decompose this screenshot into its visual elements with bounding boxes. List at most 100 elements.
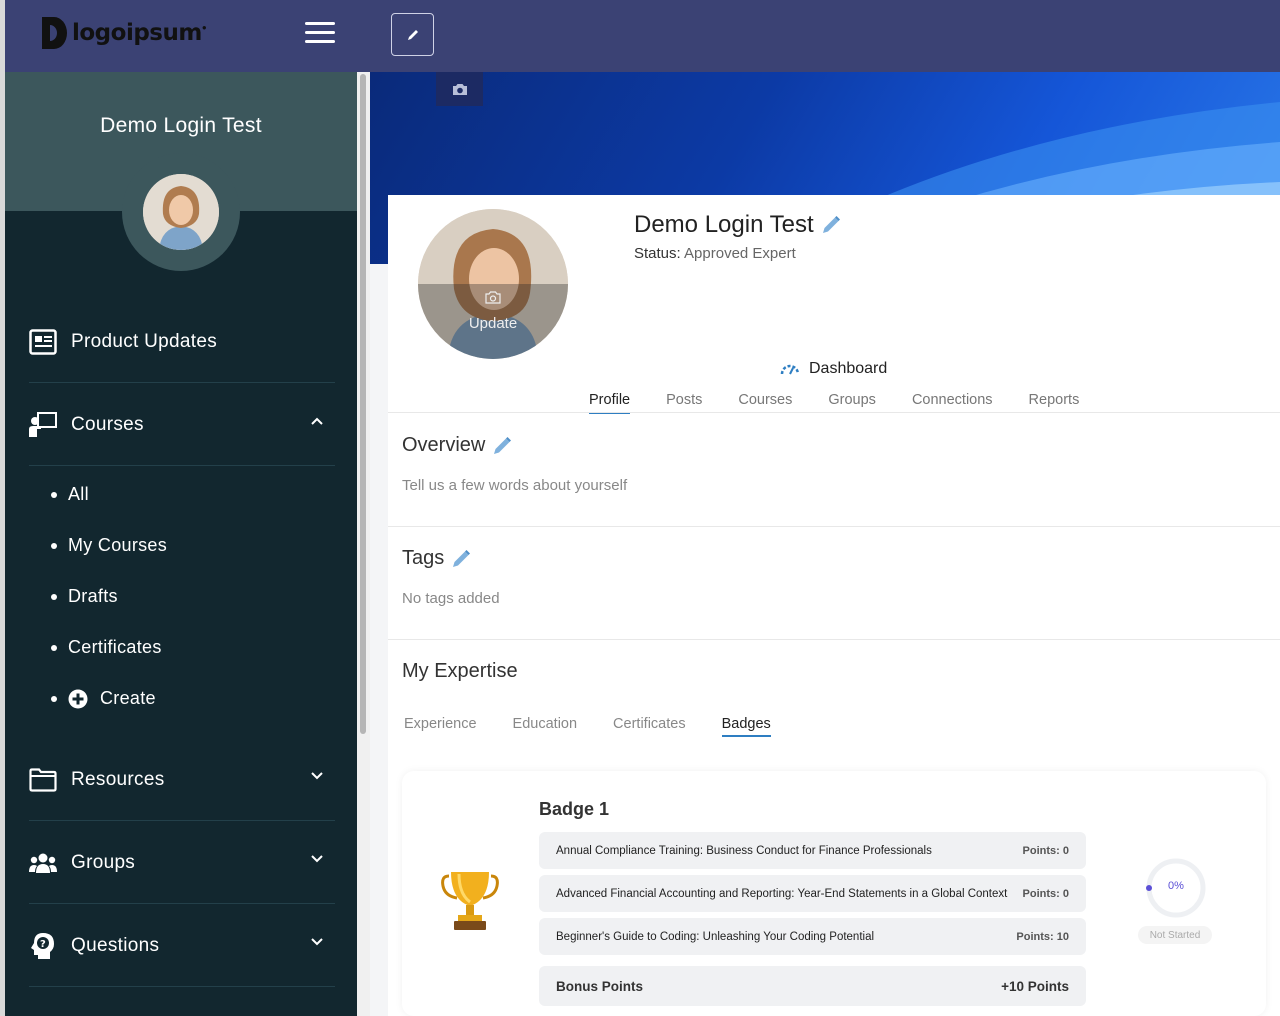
course-points: Points: 0 <box>1022 844 1069 857</box>
expertise-tabs: Experience Education Certificates Badges <box>404 716 807 737</box>
tags-title: Tags <box>402 547 472 570</box>
newspaper-icon <box>29 328 57 356</box>
bullet-icon <box>51 542 57 549</box>
section-heading: Tags <box>402 547 445 569</box>
edit-mode-button[interactable] <box>391 13 434 56</box>
overview-placeholder: Tell us a few words about yourself <box>402 477 628 494</box>
tab-badges[interactable]: Badges <box>721 716 771 737</box>
sidebar-nav: Product Updates Courses All My Courses D… <box>5 300 357 987</box>
course-name: Annual Compliance Training: Business Con… <box>556 844 932 857</box>
tab-experience[interactable]: Experience <box>404 716 477 737</box>
sidebar-avatar-ring <box>122 153 240 271</box>
pencil-icon <box>407 29 418 40</box>
course-points: Points: 0 <box>1022 887 1069 900</box>
tab-profile[interactable]: Profile <box>589 392 631 414</box>
sidebar-scrollbar[interactable] <box>357 72 370 1016</box>
submenu-item-all[interactable]: All <box>5 469 357 520</box>
divider <box>388 412 1280 413</box>
submenu-item-create[interactable]: Create <box>5 673 357 724</box>
camera-icon <box>452 83 467 95</box>
profile-name-text: Demo Login Test <box>634 211 814 238</box>
question-head-icon: ? <box>29 932 57 960</box>
pencil-icon[interactable] <box>491 435 513 457</box>
divider <box>388 526 1280 527</box>
badge-course-row: Beginner's Guide to Coding: Unleashing Y… <box>539 918 1086 955</box>
tab-courses[interactable]: Courses <box>738 392 792 414</box>
overview-title: Overview <box>402 434 513 457</box>
hamburger-line <box>305 31 335 34</box>
pencil-icon[interactable] <box>820 214 842 236</box>
change-cover-button[interactable] <box>436 72 483 106</box>
plus-circle-icon <box>68 689 88 708</box>
sidebar-item-label: Courses <box>71 413 144 435</box>
profile-avatar[interactable] <box>418 209 568 359</box>
tab-reports[interactable]: Reports <box>1029 392 1080 414</box>
window-edge <box>0 0 5 1016</box>
avatar-update-button[interactable]: Update <box>418 315 568 332</box>
status-badge: Not Started <box>1138 926 1212 944</box>
courses-submenu: All My Courses Drafts Certificates Creat… <box>5 466 357 724</box>
chevron-up-icon[interactable] <box>311 417 323 425</box>
submenu-item-label: Certificates <box>68 637 162 657</box>
avatar-photo <box>143 174 219 250</box>
chevron-down-icon[interactable] <box>311 855 323 863</box>
divider <box>29 465 335 466</box>
sidebar-item-resources[interactable]: Resources <box>5 738 357 821</box>
menu-toggle-button[interactable] <box>305 20 335 46</box>
bullet-icon <box>51 593 57 600</box>
badge-course-row: Annual Compliance Training: Business Con… <box>539 832 1086 869</box>
sidebar-item-label: Questions <box>71 934 160 956</box>
submenu-item-certificates[interactable]: Certificates <box>5 622 357 673</box>
camera-icon <box>485 291 501 304</box>
tab-groups[interactable]: Groups <box>828 392 876 414</box>
bonus-label: Bonus Points <box>556 978 643 994</box>
expertise-title: My Expertise <box>402 660 518 683</box>
hamburger-line <box>305 40 335 43</box>
submenu-item-label: Create <box>100 688 156 708</box>
pencil-icon[interactable] <box>450 548 472 570</box>
submenu-item-my-courses[interactable]: My Courses <box>5 520 357 571</box>
chevron-down-icon[interactable] <box>311 772 323 780</box>
sidebar-item-product-updates[interactable]: Product Updates <box>5 300 357 383</box>
tab-education[interactable]: Education <box>513 716 578 737</box>
sidebar-item-courses[interactable]: Courses <box>5 383 357 466</box>
scrollbar-thumb[interactable] <box>360 74 366 734</box>
brand-logo[interactable]: logoipsum ● <box>40 16 207 50</box>
gauge-icon <box>780 364 800 375</box>
status-value: Approved Expert <box>684 245 796 262</box>
submenu-item-drafts[interactable]: Drafts <box>5 571 357 622</box>
section-heading: Overview <box>402 434 486 456</box>
tab-posts[interactable]: Posts <box>666 392 702 414</box>
svg-text:?: ? <box>40 939 46 950</box>
bullet-icon <box>51 644 57 651</box>
bonus-points-row: Bonus Points +10 Points <box>539 966 1086 1006</box>
sidebar-item-label: Resources <box>71 768 165 790</box>
dashboard-label: Dashboard <box>809 360 888 377</box>
folder-icon <box>29 766 57 794</box>
progress-percent: 0% <box>1168 880 1184 892</box>
sidebar-item-groups[interactable]: Groups <box>5 821 357 904</box>
teacher-board-icon <box>29 411 57 439</box>
submenu-item-label: My Courses <box>68 535 168 555</box>
tab-certificates[interactable]: Certificates <box>613 716 686 737</box>
course-name: Advanced Financial Accounting and Report… <box>556 887 1008 900</box>
bonus-value: +10 Points <box>1001 978 1069 994</box>
bullet-icon <box>51 695 57 702</box>
profile-status: Status: Approved Expert <box>634 245 796 262</box>
tab-connections[interactable]: Connections <box>912 392 993 414</box>
dashboard-link[interactable]: Dashboard <box>780 360 887 378</box>
users-icon <box>29 849 57 877</box>
sidebar-item-questions[interactable]: ? Questions <box>5 904 357 987</box>
status-label: Status: <box>634 245 681 262</box>
badge-title: Badge 1 <box>539 799 610 819</box>
avatar[interactable] <box>143 174 219 250</box>
chevron-down-icon[interactable] <box>311 938 323 946</box>
tags-empty-text: No tags added <box>402 590 500 607</box>
bullet-icon <box>51 491 57 498</box>
sidebar-item-label: Product Updates <box>71 330 218 352</box>
course-points: Points: 10 <box>1016 930 1069 943</box>
logo-text: logoipsum <box>72 20 202 46</box>
divider <box>388 639 1280 640</box>
submenu-item-label: All <box>68 484 89 504</box>
sidebar: Demo Login Test Product Updates Courses <box>5 72 357 1016</box>
